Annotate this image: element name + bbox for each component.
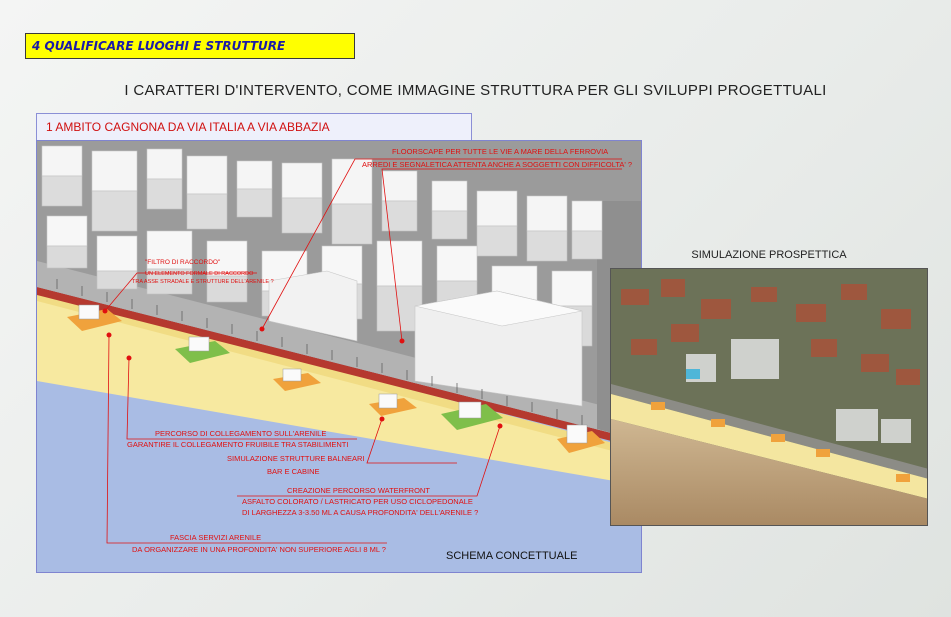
concept-scene: FLOORSCAPE PER TUTTE LE VIE A MARE DELLA… xyxy=(36,140,642,573)
percorso-note: GARANTIRE IL COLLEGAMENTO FRUIBILE TRA S… xyxy=(127,440,349,449)
floorscape-title: FLOORSCAPE PER TUTTE LE VIE A MARE DELLA… xyxy=(392,147,609,156)
ambito-label: 1 AMBITO CAGNONA DA VIA ITALIA A VIA ABB… xyxy=(36,113,472,141)
aerial-photo-drawing xyxy=(611,269,927,525)
section-tag: 4 QUALIFICARE LUOGHI E STRUTTURE xyxy=(25,33,355,59)
simulazione-title: SIMULAZIONE STRUTTURE BALNEARI xyxy=(227,454,365,463)
waterfront-note-2: DI LARGHEZZA 3-3.50 ML A CAUSA PROFONDIT… xyxy=(242,508,479,517)
simulazione-note: BAR E CABINE xyxy=(267,467,320,476)
waterfront-note-1: ASFALTO COLORATO / LASTRICATO PER USO CI… xyxy=(242,497,473,506)
fascia-note: DA ORGANIZZARE IN UNA PROFONDITA' NON SU… xyxy=(132,545,386,554)
filtro-note-1: UN ELEMENTO FORMALE DI RACCORDO xyxy=(145,271,254,277)
percorso-title: PERCORSO DI COLLEGAMENTO SULL'ARENILE xyxy=(155,429,327,438)
waterfront-title: CREAZIONE PERCORSO WATERFRONT xyxy=(287,486,430,495)
page-title: I CARATTERI D'INTERVENTO, COME IMMAGINE … xyxy=(124,82,827,99)
floorscape-note: ARREDI E SEGNALETICA ATTENTA ANCHE A SOG… xyxy=(362,160,633,169)
aerial-photo xyxy=(610,268,928,526)
filtro-title: "FILTRO DI RACCORDO" xyxy=(145,259,221,266)
fascia-title: FASCIA SERVIZI ARENILE xyxy=(170,533,262,542)
photo-title: SIMULAZIONE PROSPETTICA xyxy=(691,249,847,261)
filtro-note-2: TRA ASSE STRADALE E STRUTTURE DELL'ARENI… xyxy=(132,279,274,285)
schema-label: SCHEMA CONCETTUALE xyxy=(446,550,578,562)
